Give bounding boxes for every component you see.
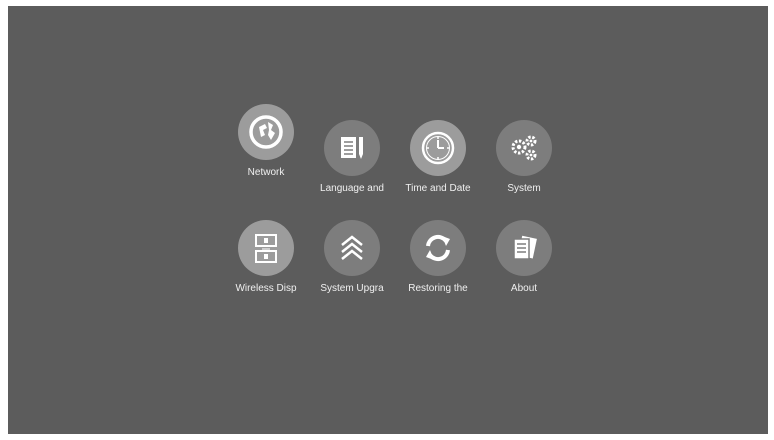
menu-label-wireless-display: Wireless Disp (235, 283, 297, 294)
menu-tile-restore[interactable]: Restoring the (394, 220, 482, 296)
wireless-display-icon (238, 220, 294, 276)
upgrade-chevrons-icon (324, 220, 380, 276)
menu-tile-network[interactable]: Network (222, 104, 310, 180)
menu-label-network: Network (247, 167, 285, 178)
menu-label-system: System (507, 183, 541, 194)
menu-tile-system-upgrade[interactable]: System Upgra (308, 220, 396, 296)
menu-label-system-upgrade: System Upgra (320, 283, 384, 294)
settings-screen: Network Language and Time and Date Syste… (8, 6, 768, 434)
menu-label-about: About (510, 283, 538, 294)
network-icon (238, 104, 294, 160)
gears-icon (496, 120, 552, 176)
menu-label-time-date: Time and Date (405, 183, 471, 194)
restore-icon (410, 220, 466, 276)
menu-label-language: Language and (320, 183, 384, 194)
menu-label-restore: Restoring the (408, 283, 468, 294)
menu-tile-wireless-display[interactable]: Wireless Disp (222, 220, 310, 296)
menu-tile-language[interactable]: Language and (308, 120, 396, 196)
about-document-icon (496, 220, 552, 276)
clock-icon (410, 120, 466, 176)
menu-tile-time-date[interactable]: Time and Date (394, 120, 482, 196)
menu-tile-system[interactable]: System (480, 120, 568, 196)
menu-tile-about[interactable]: About (480, 220, 568, 296)
language-icon (324, 120, 380, 176)
